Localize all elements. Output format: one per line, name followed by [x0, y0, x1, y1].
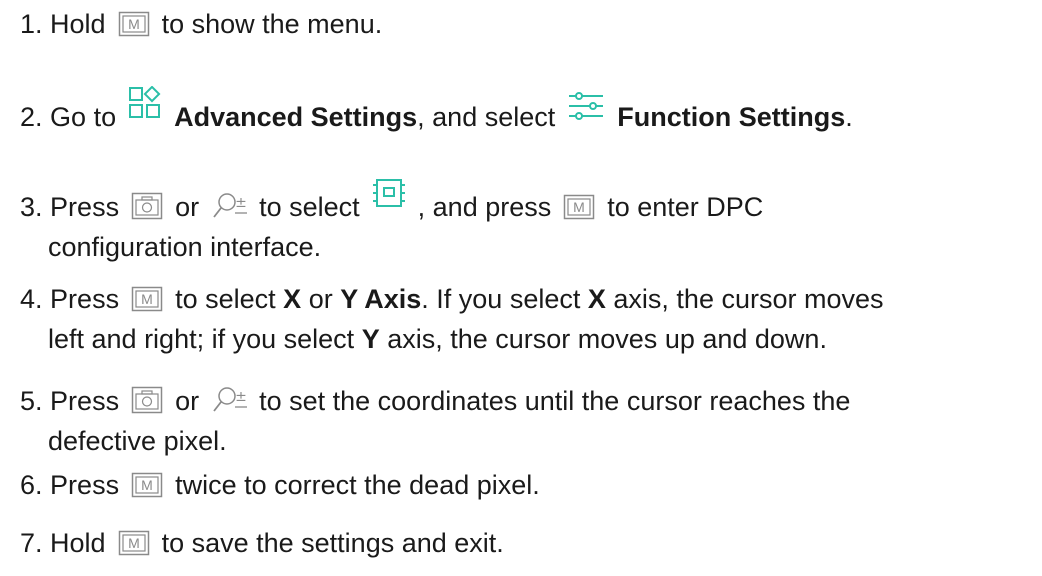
advanced-settings-icon: [128, 86, 162, 120]
function-settings-icon: [567, 92, 605, 120]
instruction-page: 1. Hold Mto show the menu. 2. Go to Advanc…: [0, 0, 1042, 576]
svg-text:±: ±: [235, 389, 247, 405]
m-button-icon: M: [131, 472, 163, 498]
step-text: Go to: [50, 102, 117, 132]
svg-text:M: M: [141, 291, 153, 307]
step-text: left and right; if you select: [48, 324, 355, 354]
y-axis-label: Y Axis: [340, 284, 422, 314]
step-text: configuration interface.: [48, 232, 322, 262]
step-text: to enter DPC: [607, 192, 764, 222]
m-button-icon: M: [118, 11, 150, 37]
step-text: to show the menu.: [161, 9, 383, 39]
svg-text:M: M: [573, 199, 585, 215]
step-3: 3. Press or ± to select , and press Mto enter…: [20, 176, 1030, 267]
step-text: Press: [50, 192, 120, 222]
svg-text:M: M: [141, 477, 153, 493]
m-button-icon: M: [131, 286, 163, 312]
step-1: 1. Hold Mto show the menu.: [20, 4, 1030, 44]
step-text: or: [308, 284, 333, 314]
step-number: 6.: [20, 470, 43, 500]
step-text: to set the coordinates until the cursor …: [259, 386, 851, 416]
step-text: , and press: [417, 192, 552, 222]
step-text: or: [175, 192, 200, 222]
camera-button-icon: [131, 386, 163, 414]
step-number: 7.: [20, 528, 43, 558]
step-text: , and select: [417, 102, 556, 132]
x-label: X: [283, 284, 302, 314]
step-text: . If you select: [421, 284, 581, 314]
step-number: 2.: [20, 102, 43, 132]
step-text: defective pixel.: [48, 426, 227, 456]
step-6: 6. Press Mtwice to correct the dead pixel…: [20, 465, 1030, 505]
step-text: Press: [50, 470, 120, 500]
step-continuation: left and right; if you select Y axis, th…: [20, 319, 1030, 359]
zoom-button-icon: ±: [211, 192, 248, 220]
step-text: to save the settings and exit.: [161, 528, 504, 558]
svg-text:±: ±: [235, 195, 247, 211]
svg-text:M: M: [128, 535, 140, 551]
step-text: Hold: [50, 528, 106, 558]
step-2: 2. Go to Advanced Settings, and select Fun…: [20, 86, 1030, 137]
function-settings-label: Function Settings: [617, 102, 846, 132]
svg-text:M: M: [128, 16, 140, 32]
step-text: Press: [50, 284, 120, 314]
step-7: 7. Hold Mto save the settings and exit.: [20, 523, 1030, 563]
dpc-icon: [372, 176, 406, 210]
y-label: Y: [361, 324, 380, 354]
step-text: .: [845, 102, 853, 132]
advanced-settings-label: Advanced Settings: [174, 102, 418, 132]
step-4: 4. Press Mto select X or Y Axis. If you s…: [20, 279, 1030, 359]
step-text: to select: [175, 284, 276, 314]
step-text: axis, the cursor moves up and down.: [387, 324, 827, 354]
zoom-button-icon: ±: [211, 386, 248, 414]
step-text: axis, the cursor moves: [613, 284, 884, 314]
step-number: 3.: [20, 192, 43, 222]
step-text: or: [175, 386, 200, 416]
step-number: 4.: [20, 284, 43, 314]
step-number: 5.: [20, 386, 43, 416]
step-text: twice to correct the dead pixel.: [175, 470, 540, 500]
camera-button-icon: [131, 192, 163, 220]
step-text: Press: [50, 386, 120, 416]
m-button-icon: M: [563, 194, 595, 220]
step-text: Hold: [50, 9, 106, 39]
step-text: to select: [259, 192, 360, 222]
step-5: 5. Press or ± to set the coordinates until …: [20, 381, 1030, 461]
step-number: 1.: [20, 9, 43, 39]
m-button-icon: M: [118, 530, 150, 556]
x-label: X: [587, 284, 606, 314]
